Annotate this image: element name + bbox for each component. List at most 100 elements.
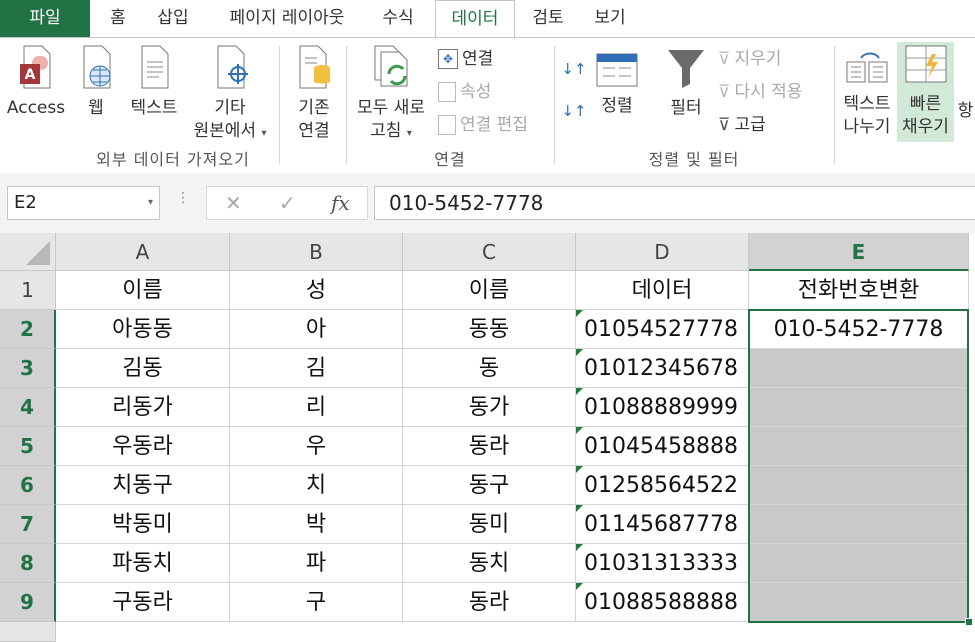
sort-ascending-button[interactable]: ↓↑ [559, 58, 589, 81]
cell-D1[interactable]: 데이터 [576, 271, 749, 310]
cell-A4[interactable]: 리동가 [56, 388, 230, 427]
cell-E1[interactable]: 전화번호변환 [749, 271, 969, 310]
cell-B3[interactable]: 김 [230, 349, 403, 388]
row-header-4[interactable]: 4 [0, 388, 56, 427]
fill-handle[interactable] [965, 618, 973, 626]
cell-B9[interactable]: 구 [230, 583, 403, 622]
cell-A6[interactable]: 치동구 [56, 466, 230, 505]
text-to-columns-button[interactable]: 텍스트 나누기 [838, 52, 896, 139]
reapply-button[interactable]: ⊽ 다시 적용 [718, 79, 802, 105]
web-button[interactable]: 웹 [74, 44, 118, 120]
tab-file[interactable]: 파일 [0, 0, 90, 37]
cell-E8[interactable] [749, 544, 969, 583]
cell-D2[interactable]: 01054527778 [576, 310, 749, 349]
cell-B4[interactable]: 리 [230, 388, 403, 427]
clear-filter-button[interactable]: ⊽ 지우기 [718, 46, 781, 72]
name-box[interactable]: E2 ▾ [7, 186, 160, 220]
remove-duplicates-button[interactable]: 항 [956, 100, 975, 123]
row-header-extra[interactable] [0, 622, 56, 642]
tab-page-layout[interactable]: 페이지 레이아웃 [214, 0, 360, 37]
enter-check-icon[interactable]: ✓ [279, 187, 296, 219]
cell-E5[interactable] [749, 427, 969, 466]
cell-C5[interactable]: 동라 [403, 427, 576, 466]
cell-D3[interactable]: 01012345678 [576, 349, 749, 388]
connections-button[interactable]: ✥ 연결 [438, 46, 493, 72]
column-header-a[interactable]: A [56, 233, 230, 271]
cell-C9[interactable]: 동라 [403, 583, 576, 622]
cell-C7[interactable]: 동미 [403, 505, 576, 544]
refresh-all-button[interactable]: 모두 새로 고침 ▾ [350, 44, 432, 145]
cell-B7[interactable]: 박 [230, 505, 403, 544]
sort-button[interactable]: 정렬 [592, 52, 642, 118]
select-all-corner[interactable] [0, 233, 56, 271]
column-header-c[interactable]: C [403, 233, 576, 271]
edit-links-button[interactable]: 연결 편집 [438, 112, 528, 138]
flash-fill-icon [905, 45, 946, 83]
row-header-8[interactable]: 8 [0, 544, 56, 583]
cell-A5[interactable]: 우동라 [56, 427, 230, 466]
row-header-3[interactable]: 3 [0, 349, 56, 388]
cell-E4[interactable] [749, 388, 969, 427]
cell-A9[interactable]: 구동라 [56, 583, 230, 622]
cell-E2[interactable]: 010-5452-7778 [749, 310, 969, 349]
cell-D4[interactable]: 01088889999 [576, 388, 749, 427]
tab-review[interactable]: 검토 [522, 0, 574, 37]
cell-A1[interactable]: 이름 [56, 271, 230, 310]
other-sources-button[interactable]: 기타 원본에서 ▾ [186, 44, 274, 145]
row-header-5[interactable]: 5 [0, 427, 56, 466]
cell-C4[interactable]: 동가 [403, 388, 576, 427]
cell-E6[interactable] [749, 466, 969, 505]
existing-connections-button[interactable]: 기존 연결 [286, 44, 342, 143]
tab-home[interactable]: 홈 [98, 0, 138, 37]
tab-view[interactable]: 보기 [584, 0, 636, 37]
from-text-button[interactable]: 텍스트 [124, 44, 184, 120]
advanced-filter-button[interactable]: ⊽ 고급 [718, 112, 766, 138]
row-header-9[interactable]: 9 [0, 583, 56, 622]
sort-descending-button[interactable]: ↓↑ [559, 100, 589, 123]
access-button[interactable]: A Access [4, 44, 68, 120]
cell-D9[interactable]: 01088588888 [576, 583, 749, 622]
row-header-1[interactable]: 1 [0, 271, 56, 310]
cell-C3[interactable]: 동 [403, 349, 576, 388]
cell-E7[interactable] [749, 505, 969, 544]
cell-A3[interactable]: 김동 [56, 349, 230, 388]
cell-E3[interactable] [749, 349, 969, 388]
cell-D6[interactable]: 01258564522 [576, 466, 749, 505]
column-header-e[interactable]: E [749, 233, 969, 271]
cell-C6[interactable]: 동구 [403, 466, 576, 505]
more-icon[interactable]: ⋮ [176, 190, 190, 206]
cell-B2[interactable]: 아 [230, 310, 403, 349]
cell-A8[interactable]: 파동치 [56, 544, 230, 583]
cell-C2[interactable]: 동동 [403, 310, 576, 349]
cell-A2[interactable]: 아동동 [56, 310, 230, 349]
cancel-icon[interactable]: ✕ [225, 187, 242, 219]
column-header-d[interactable]: D [576, 233, 749, 271]
cell-D7[interactable]: 01145687778 [576, 505, 749, 544]
group-label-external-data: 외부 데이터 가져오기 [96, 150, 250, 169]
number-as-text-indicator-icon [576, 427, 583, 434]
row-header-7[interactable]: 7 [0, 505, 56, 544]
flash-fill-button[interactable]: 빠른 채우기 [897, 42, 954, 142]
column-header-b[interactable]: B [230, 233, 403, 271]
cell-E9[interactable] [749, 583, 969, 622]
chevron-down-icon[interactable]: ▾ [148, 187, 153, 219]
filter-button[interactable]: 필터 [660, 46, 712, 120]
cell-B6[interactable]: 치 [230, 466, 403, 505]
insert-function-icon[interactable]: fx [331, 187, 350, 219]
properties-button[interactable]: 속성 [438, 79, 491, 105]
row-header-6[interactable]: 6 [0, 466, 56, 505]
cell-B8[interactable]: 파 [230, 544, 403, 583]
row-header-2[interactable]: 2 [0, 310, 56, 349]
tab-data[interactable]: 데이터 [435, 0, 515, 37]
tab-insert[interactable]: 삽입 [147, 0, 199, 37]
formula-input[interactable]: 010-5452-7778 [374, 186, 975, 220]
name-box-value: E2 [14, 192, 37, 213]
cell-C8[interactable]: 동치 [403, 544, 576, 583]
cell-D5[interactable]: 01045458888 [576, 427, 749, 466]
cell-B1[interactable]: 성 [230, 271, 403, 310]
tab-formulas[interactable]: 수식 [372, 0, 424, 37]
cell-D8[interactable]: 01031313333 [576, 544, 749, 583]
cell-A7[interactable]: 박동미 [56, 505, 230, 544]
cell-B5[interactable]: 우 [230, 427, 403, 466]
cell-C1[interactable]: 이름 [403, 271, 576, 310]
